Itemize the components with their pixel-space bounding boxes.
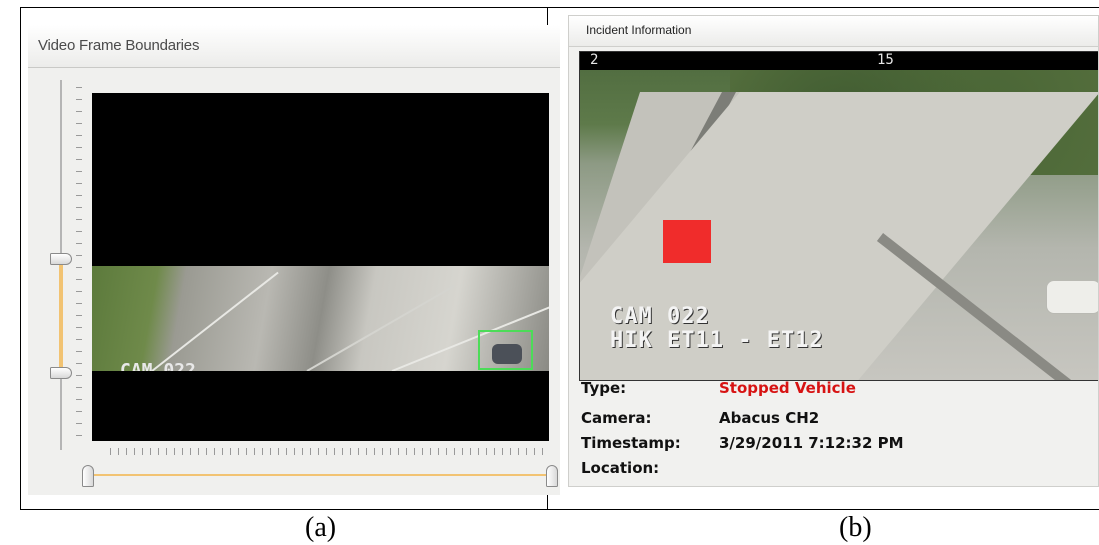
horizontal-slider-track[interactable] — [92, 474, 552, 476]
video-frame-boundaries-panel: Video Frame Boundaries CAM 022 — [28, 25, 560, 495]
left-boundary-slider-thumb[interactable] — [82, 465, 94, 487]
panel-title: Video Frame Boundaries — [38, 37, 200, 54]
timestamp-label: Timestamp: — [581, 434, 681, 452]
type-label: Type: — [581, 379, 627, 397]
camera-label: Camera: — [581, 409, 652, 427]
caption-b: (b) — [839, 512, 872, 543]
camera-top-left-number: 2 — [590, 52, 599, 68]
right-boundary-slider-thumb[interactable] — [546, 465, 558, 487]
vertical-tick-marks — [76, 87, 82, 447]
road-image-strip: CAM 022 — [92, 266, 549, 371]
camera-value: Abacus CH2 — [719, 409, 820, 427]
panel-header: Incident Information — [569, 16, 1098, 47]
horizontal-tick-marks — [110, 448, 548, 455]
camera-info-bar: 2 15 — [580, 52, 1098, 70]
incident-information-panel: Incident Information 2 15 CAM 022 HIK ET… — [568, 15, 1099, 487]
camera-snapshot: 2 15 CAM 022 HIK ET11 - ET12 — [579, 51, 1098, 381]
bottom-boundary-slider-thumb[interactable] — [50, 367, 72, 379]
panel-title: Incident Information — [586, 23, 692, 37]
frame-overlay-text: CAM 022 — [120, 360, 196, 371]
camera-overlay-line1: CAM 022 — [610, 304, 710, 329]
type-value: Stopped Vehicle — [719, 379, 856, 397]
top-boundary-slider-thumb[interactable] — [50, 253, 72, 265]
vehicle — [492, 344, 522, 364]
location-label: Location: — [581, 459, 660, 477]
white-vehicle — [1046, 280, 1098, 314]
vertical-slider-range — [59, 261, 63, 374]
detection-box — [478, 330, 533, 370]
camera-overlay-line2: HIK ET11 - ET12 — [610, 328, 824, 353]
camera-top-center-number: 15 — [877, 52, 894, 68]
panel-header: Video Frame Boundaries — [28, 25, 560, 68]
timestamp-value: 3/29/2011 7:12:32 PM — [719, 434, 904, 452]
video-frame-preview: CAM 022 — [92, 93, 549, 441]
caption-a: (a) — [305, 512, 337, 543]
stopped-vehicle-highlight — [663, 220, 711, 263]
